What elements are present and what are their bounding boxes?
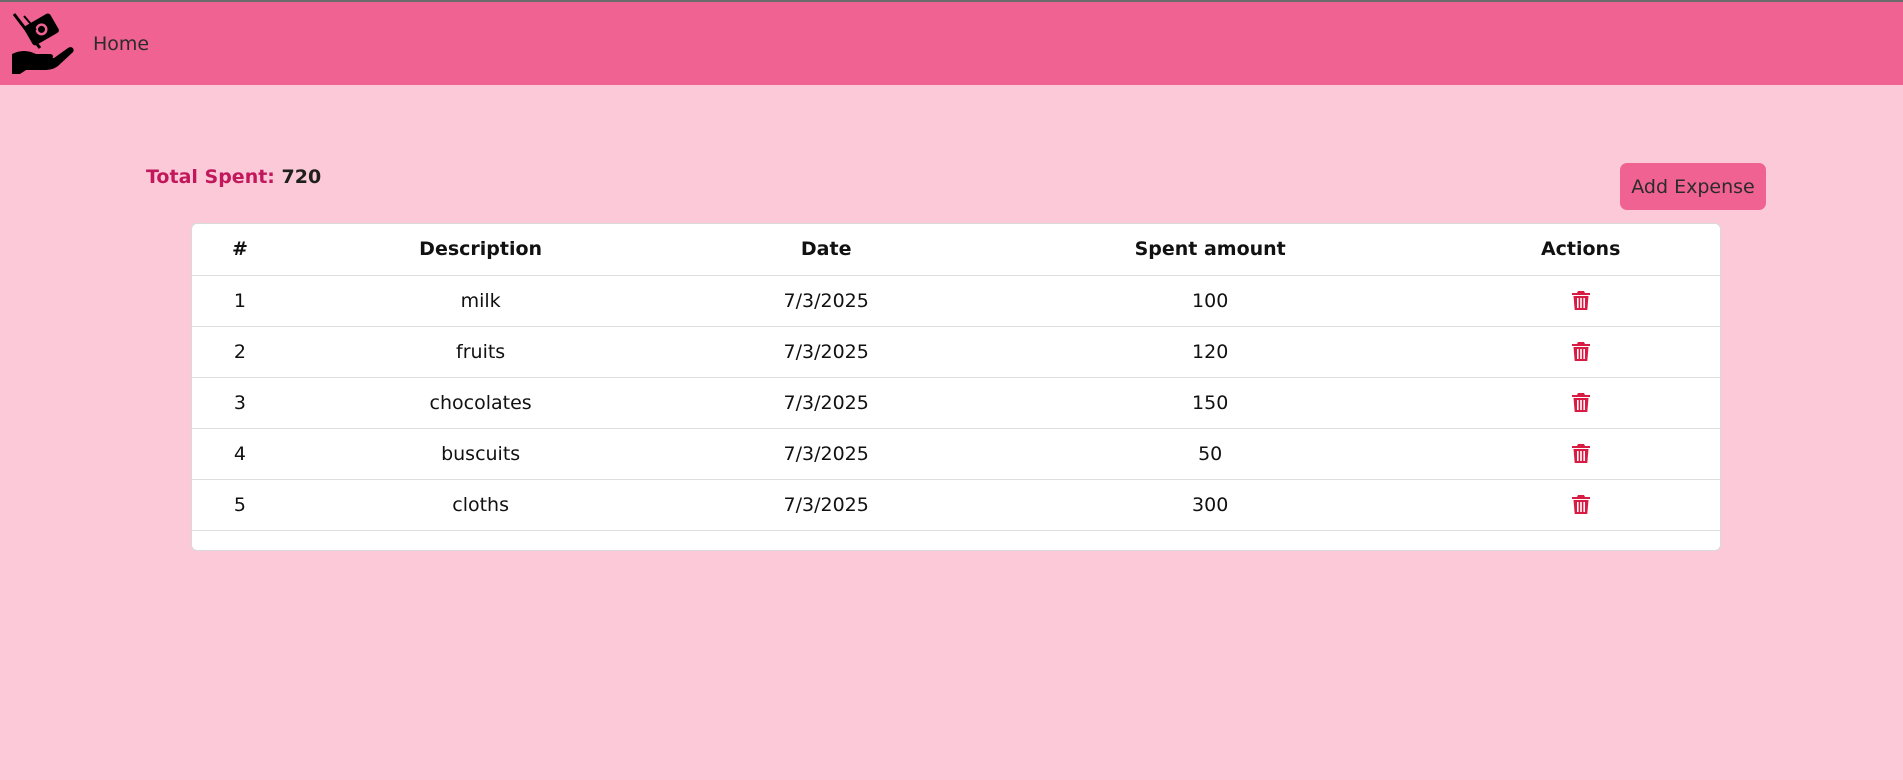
add-expense-button[interactable]: Add Expense (1620, 163, 1766, 210)
table-row: 5 cloths 7/3/2025 300 (192, 479, 1720, 531)
header-index: # (192, 224, 288, 276)
header-date: Date (673, 224, 979, 276)
row-description: fruits (287, 326, 674, 378)
row-date: 7/3/2025 (673, 275, 979, 327)
nav-home-link[interactable]: Home (93, 33, 149, 55)
row-index: 4 (192, 428, 288, 480)
total-spent: Total Spent: 720 (146, 166, 321, 188)
row-actions (1441, 479, 1720, 531)
table-row: 2 fruits 7/3/2025 120 (192, 326, 1720, 378)
row-actions (1441, 428, 1720, 480)
row-date: 7/3/2025 (673, 377, 979, 429)
navbar: Home (0, 2, 1903, 85)
row-index: 3 (192, 377, 288, 429)
table-row: 1 milk 7/3/2025 100 (192, 275, 1720, 327)
total-spent-value: 720 (281, 166, 322, 188)
row-amount: 120 (979, 326, 1442, 378)
header-description: Description (287, 224, 674, 276)
trash-icon[interactable] (1571, 291, 1590, 311)
row-amount: 100 (979, 275, 1442, 327)
row-description: milk (287, 275, 674, 327)
trash-icon[interactable] (1571, 342, 1590, 362)
row-index: 1 (192, 275, 288, 327)
trash-icon[interactable] (1571, 444, 1590, 464)
row-actions (1441, 377, 1720, 429)
row-amount: 150 (979, 377, 1442, 429)
row-date: 7/3/2025 (673, 326, 979, 378)
trash-icon[interactable] (1571, 495, 1590, 515)
row-amount: 50 (979, 428, 1442, 480)
row-description: cloths (287, 479, 674, 531)
header-amount: Spent amount (979, 224, 1442, 276)
hand-money-icon[interactable] (10, 10, 76, 76)
row-date: 7/3/2025 (673, 428, 979, 480)
trash-icon[interactable] (1571, 393, 1590, 413)
row-actions (1441, 326, 1720, 378)
expense-table-card: # Description Date Spent amount Actions … (191, 223, 1721, 551)
row-description: buscuits (287, 428, 674, 480)
row-description: chocolates (287, 377, 674, 429)
table-header-row: # Description Date Spent amount Actions (192, 224, 1720, 276)
row-index: 2 (192, 326, 288, 378)
expense-table: # Description Date Spent amount Actions … (192, 224, 1720, 531)
total-spent-label: Total Spent: (146, 166, 275, 188)
row-actions (1441, 275, 1720, 327)
row-date: 7/3/2025 (673, 479, 979, 531)
table-row: 4 buscuits 7/3/2025 50 (192, 428, 1720, 480)
table-row: 3 chocolates 7/3/2025 150 (192, 377, 1720, 429)
row-index: 5 (192, 479, 288, 531)
header-actions: Actions (1441, 224, 1720, 276)
row-amount: 300 (979, 479, 1442, 531)
